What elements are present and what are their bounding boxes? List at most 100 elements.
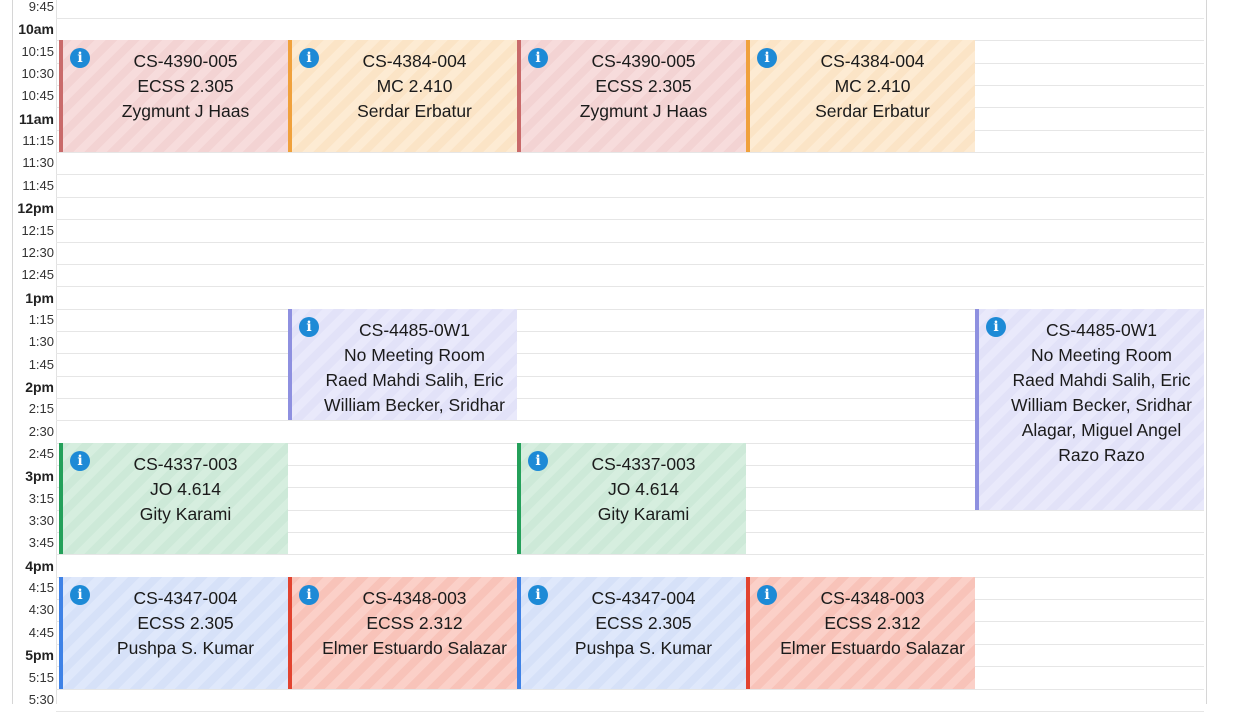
info-icon[interactable]: i — [299, 584, 319, 605]
room-name: MC 2.410 — [834, 76, 911, 97]
time-slot-label: 1:30 — [28, 334, 54, 350]
room-name: ECSS 2.305 — [137, 76, 234, 97]
instructor-name: Raed Mahdi Salih, Eric William Becker, S… — [324, 369, 505, 421]
time-slot-label: 9:45 — [28, 0, 54, 14]
time-slot-label: 10:45 — [21, 88, 54, 104]
info-icon[interactable]: i — [299, 48, 319, 69]
course-code: CS-4337-003 — [133, 453, 238, 474]
course-event-block[interactable]: i CS-4485-0W1 No Meeting Room Raed Mahdi Sa… — [288, 308, 517, 421]
course-event-block[interactable]: i CS-4348-003 ECSS 2.312 Elmer Estuardo Sal… — [746, 576, 975, 689]
time-slot-label: 3pm — [25, 468, 54, 485]
course-code: CS-4384-004 — [362, 51, 467, 72]
room-name: No Meeting Room — [343, 344, 486, 365]
course-code: CS-4384-004 — [820, 51, 925, 72]
info-icon[interactable]: i — [70, 48, 90, 69]
room-name: No Meeting Room — [1030, 344, 1173, 365]
instructor-name: Zygmunt J Haas — [579, 101, 708, 122]
course-event-block[interactable]: i CS-4337-003 JO 4.614 Gity Karami — [517, 442, 746, 555]
instructor-name: Elmer Estuardo Salazar — [780, 637, 965, 658]
room-name: MC 2.410 — [376, 76, 453, 97]
course-event-block[interactable]: i CS-4390-005 ECSS 2.305 Zygmunt J Haas — [59, 40, 288, 153]
course-code: CS-4348-003 — [820, 587, 925, 608]
instructor-name: Gity Karami — [597, 503, 690, 524]
time-slot-label: 2pm — [25, 378, 54, 395]
slot-divider — [56, 196, 1204, 198]
time-slot-label: 12:45 — [21, 267, 54, 283]
time-slot-label: 4:30 — [28, 602, 54, 618]
instructor-name: Serdar Erbatur — [815, 101, 930, 122]
time-slot-label: 11:45 — [22, 177, 54, 193]
slot-divider — [56, 688, 1204, 690]
time-slot-label: 4:45 — [28, 624, 54, 640]
room-name: ECSS 2.305 — [137, 612, 234, 633]
course-event-block[interactable]: i CS-4384-004 MC 2.410 Serdar Erbatur — [746, 40, 975, 153]
room-name: ECSS 2.312 — [366, 612, 463, 633]
time-slot-label: 1:45 — [28, 356, 54, 372]
course-code: CS-4390-005 — [591, 51, 696, 72]
slot-divider — [56, 263, 1204, 265]
time-slot-label: 2:30 — [28, 423, 54, 439]
slot-divider — [56, 18, 1204, 19]
course-event-block[interactable]: i CS-4347-004 ECSS 2.305 Pushpa S. Kumar — [517, 576, 746, 689]
info-icon[interactable]: i — [528, 48, 548, 69]
time-slot-label: 1:15 — [28, 311, 54, 327]
time-slot-label: 11:30 — [22, 155, 54, 171]
info-icon[interactable]: i — [986, 316, 1006, 337]
time-slot-label: 10:15 — [21, 43, 54, 59]
slot-divider — [56, 219, 1204, 221]
room-name: ECSS 2.312 — [824, 612, 921, 633]
course-event-block[interactable]: i CS-4384-004 MC 2.410 Serdar Erbatur — [288, 40, 517, 153]
info-icon[interactable]: i — [70, 584, 90, 605]
course-event-block[interactable]: i CS-4390-005 ECSS 2.305 Zygmunt J Haas — [517, 40, 746, 153]
room-name: ECSS 2.305 — [595, 612, 692, 633]
instructor-name: Elmer Estuardo Salazar — [322, 637, 507, 658]
course-event-block[interactable]: i CS-4347-004 ECSS 2.305 Pushpa S. Kumar — [59, 576, 288, 689]
time-slot-label: 11am — [18, 110, 54, 127]
slot-divider — [56, 241, 1204, 243]
time-slot-label: 5:30 — [28, 691, 54, 707]
instructor-name: Pushpa S. Kumar — [574, 637, 713, 658]
time-slot-label: 1pm — [25, 289, 54, 306]
info-icon[interactable]: i — [528, 584, 548, 605]
info-icon[interactable]: i — [757, 584, 777, 605]
course-code: CS-4347-004 — [591, 587, 696, 608]
time-slot-label: 4:15 — [28, 580, 54, 596]
time-slot-label: 2:45 — [28, 446, 54, 461]
slot-divider — [56, 554, 1204, 556]
slot-divider — [56, 174, 1204, 176]
course-code: CS-4347-004 — [133, 587, 238, 608]
time-slot-label: 12:30 — [21, 244, 54, 260]
time-slot-label: 3:30 — [28, 513, 54, 529]
instructor-name: Pushpa S. Kumar — [116, 637, 255, 658]
time-slot-label: 4pm — [25, 557, 54, 574]
course-event-block[interactable]: i CS-4348-003 ECSS 2.312 Elmer Estuardo Sal… — [288, 576, 517, 689]
time-axis: 9:45 10am 10:15 10:30 10:45 11am 11:15 11:30 11:… — [12, 0, 57, 707]
course-code: CS-4348-003 — [362, 587, 467, 608]
course-code: CS-4485-0W1 — [359, 319, 470, 340]
time-slot-label: 12:15 — [21, 222, 54, 238]
info-icon[interactable]: i — [70, 450, 90, 471]
time-slot-label: 10am — [18, 21, 54, 38]
room-name: JO 4.614 — [607, 478, 680, 499]
info-icon[interactable]: i — [299, 316, 319, 337]
course-code: CS-4390-005 — [133, 51, 238, 72]
slot-divider — [56, 286, 1204, 288]
time-slot-label: 11:15 — [22, 133, 54, 149]
time-slot-label: 2:15 — [28, 401, 54, 417]
course-event-block[interactable]: i CS-4485-0W1 No Meeting Room Raed Mahdi Sa… — [975, 308, 1204, 510]
time-slot-label: 5:15 — [28, 669, 54, 685]
instructor-name: Zygmunt J Haas — [121, 101, 250, 122]
time-slot-label: 12pm — [17, 200, 54, 217]
time-slot-label: 3:45 — [28, 535, 54, 551]
slot-divider — [56, 152, 1204, 154]
info-icon[interactable]: i — [528, 450, 548, 471]
time-slot-label: 5pm — [25, 647, 54, 664]
instructor-name: Serdar Erbatur — [357, 101, 472, 122]
time-slot-label: 10:30 — [21, 66, 54, 82]
course-event-block[interactable]: i CS-4337-003 JO 4.614 Gity Karami — [59, 442, 288, 555]
instructor-name: Gity Karami — [139, 503, 232, 524]
instructor-name: Raed Mahdi Salih, Eric William Becker, S… — [1011, 369, 1192, 465]
room-name: ECSS 2.305 — [595, 76, 692, 97]
course-code: CS-4337-003 — [591, 453, 696, 474]
info-icon[interactable]: i — [757, 48, 777, 69]
